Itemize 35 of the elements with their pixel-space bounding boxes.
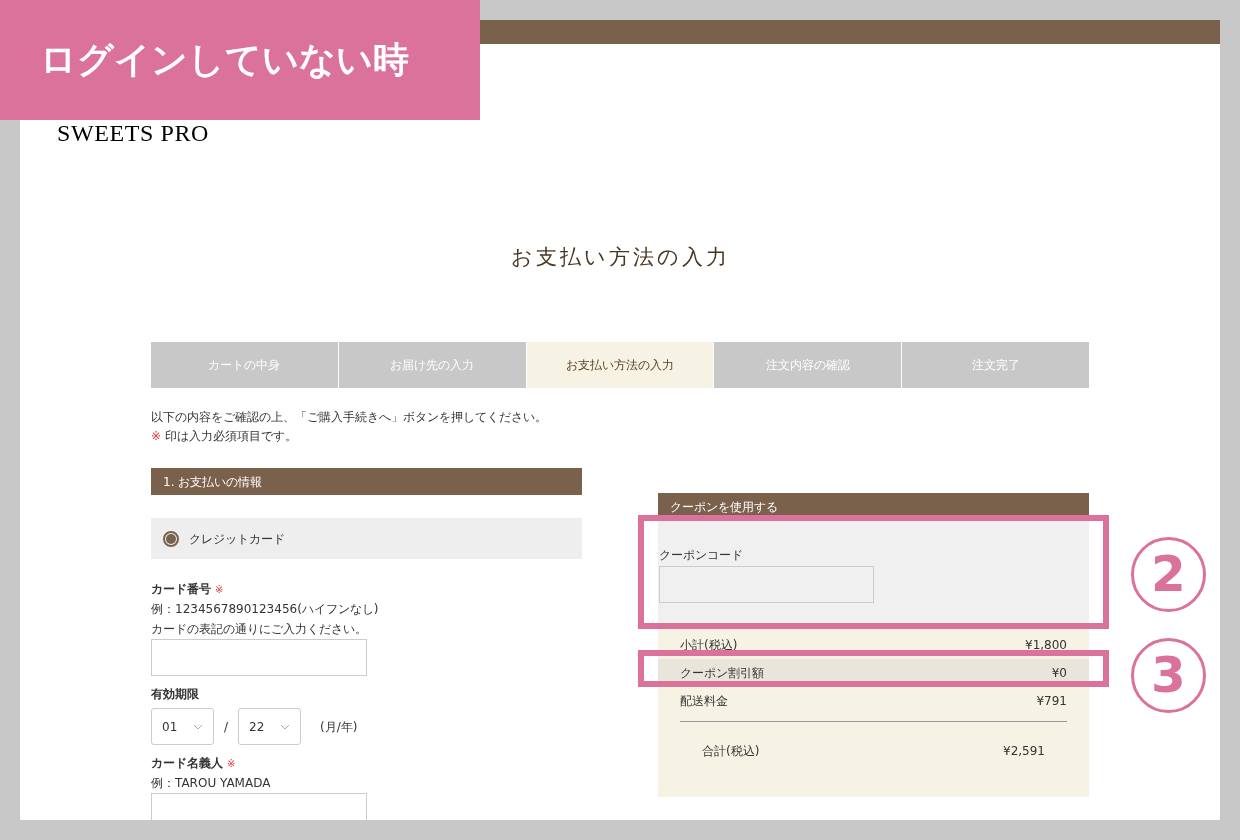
format-hint: (月/年) [320,718,358,736]
payment-option[interactable]: クレジットカード [151,518,582,559]
chevron-down-icon [280,723,291,730]
select-field[interactable]: 01 [151,708,214,745]
required-mark: ※ [215,583,224,597]
summary-amount: ¥0 [1051,665,1067,682]
instruction-text: 印は入力必須項目です。 [165,428,298,445]
summary-amount: ¥791 [1036,693,1067,710]
summary-amount: ¥2,591 [1003,742,1045,760]
field-label: クーポンコード [659,547,743,564]
select-field[interactable]: 22 [238,708,302,745]
page-title: お支払い方法の入力 [510,244,730,272]
summary-label: 合計(税込) [702,742,760,760]
summary-label: 配送料金 [680,693,728,710]
field-label: 有効期限 [151,686,199,703]
summary-label: 小計(税込) [680,637,738,654]
field-label: カード名義人 [151,755,223,772]
input-field[interactable] [659,566,874,603]
input-field[interactable] [151,639,367,676]
hint-text: 例：1234567890123456(ハイフンなし) [151,601,380,618]
summary-label: クーポン割引額 [680,665,764,682]
site-logo: SWEETS PRO [57,121,209,145]
summary-amount: ¥1,800 [1025,637,1067,654]
chevron-down-icon [193,723,203,730]
hint-text: カードの表記の通りにご入力ください。 [151,621,368,638]
instruction-text: 以下の内容をご確認の上、「ご購入手続きへ」ボタンを押してください。 [151,409,548,426]
section-heading: 1. お支払いの情報 [151,468,582,495]
separator-text: / [224,718,229,736]
radio-button[interactable] [163,530,179,547]
hint-text: 例：TAROU YAMADA [151,775,272,792]
required-mark: ※ [227,757,236,771]
required-mark: ※ [151,428,162,445]
annotation-banner: ログインしていない時 [0,0,480,120]
field-label: カード番号 [151,581,211,598]
input-field[interactable] [151,793,367,820]
